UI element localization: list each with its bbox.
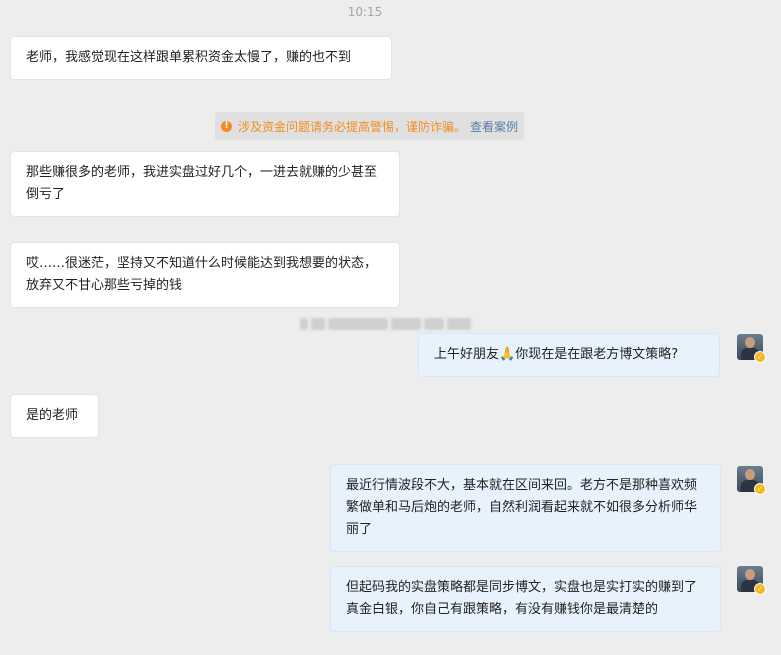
notice-text: 涉及资金问题请务必提高警惕，谨防诈骗。 (238, 119, 467, 134)
avatar[interactable]: ✓ (737, 334, 766, 363)
message-text: 但起码我的实盘策略都是同步博文，实盘也是实打实的赚到了真金白银，你自己有跟策略，… (346, 580, 698, 617)
verified-badge-icon: ✓ (754, 583, 766, 595)
warning-icon: ! (221, 120, 232, 132)
message-bubble-outgoing[interactable]: 但起码我的实盘策略都是同步博文，实盘也是实打实的赚到了真金白银，你自己有跟策略，… (330, 566, 721, 632)
avatar[interactable]: ✓ (737, 466, 766, 495)
security-notice: ! 涉及资金问题请务必提高警惕，谨防诈骗。 查看案例 (215, 112, 525, 140)
message-text: 老师，我感觉现在这样跟单累积资金太慢了，赚的也不到 (26, 50, 352, 65)
timestamp: 10:15 (347, 5, 383, 19)
message-bubble-outgoing[interactable]: 最近行情波段不大，基本就在区间来回。老方不是那种喜欢频繁做单和马后炮的老师，自然… (330, 464, 721, 552)
message-bubble-incoming[interactable]: 那些赚很多的老师，我进实盘过好几个，一进去就赚的少甚至倒亏了 (10, 151, 400, 217)
message-text: 最近行情波段不大，基本就在区间来回。老方不是那种喜欢频繁做单和马后炮的老师，自然… (346, 478, 698, 537)
avatar[interactable]: ✓ (737, 566, 766, 595)
message-bubble-incoming[interactable]: 是的老师 (10, 394, 99, 438)
view-cases-link[interactable]: 查看案例 (470, 118, 518, 135)
message-text: 哎……很迷茫，坚持又不知道什么时候能达到我想要的状态，放弃又不甘心那些亏掉的钱 (26, 256, 378, 293)
message-bubble-incoming[interactable]: 老师，我感觉现在这样跟单累积资金太慢了，赚的也不到 (10, 36, 392, 80)
message-bubble-incoming[interactable]: 哎……很迷茫，坚持又不知道什么时候能达到我想要的状态，放弃又不甘心那些亏掉的钱 (10, 242, 400, 308)
message-text: 你现在是在跟老方博文策略? (515, 347, 679, 362)
message-text: 那些赚很多的老师，我进实盘过好几个，一进去就赚的少甚至倒亏了 (26, 165, 378, 202)
verified-badge-icon: ✓ (754, 483, 766, 495)
message-text: 是的老师 (26, 408, 79, 423)
blurred-sender-name (300, 316, 480, 332)
message-bubble-outgoing[interactable]: 上午好朋友🙏你现在是在跟老方博文策略? (418, 333, 720, 377)
message-text: 上午好朋友 (434, 347, 500, 362)
verified-badge-icon: ✓ (754, 351, 766, 363)
praying-hands-emoji: 🙏 (499, 347, 516, 362)
chat-window: 10:15 老师，我感觉现在这样跟单累积资金太慢了，赚的也不到 ! 涉及资金问题… (0, 0, 781, 655)
